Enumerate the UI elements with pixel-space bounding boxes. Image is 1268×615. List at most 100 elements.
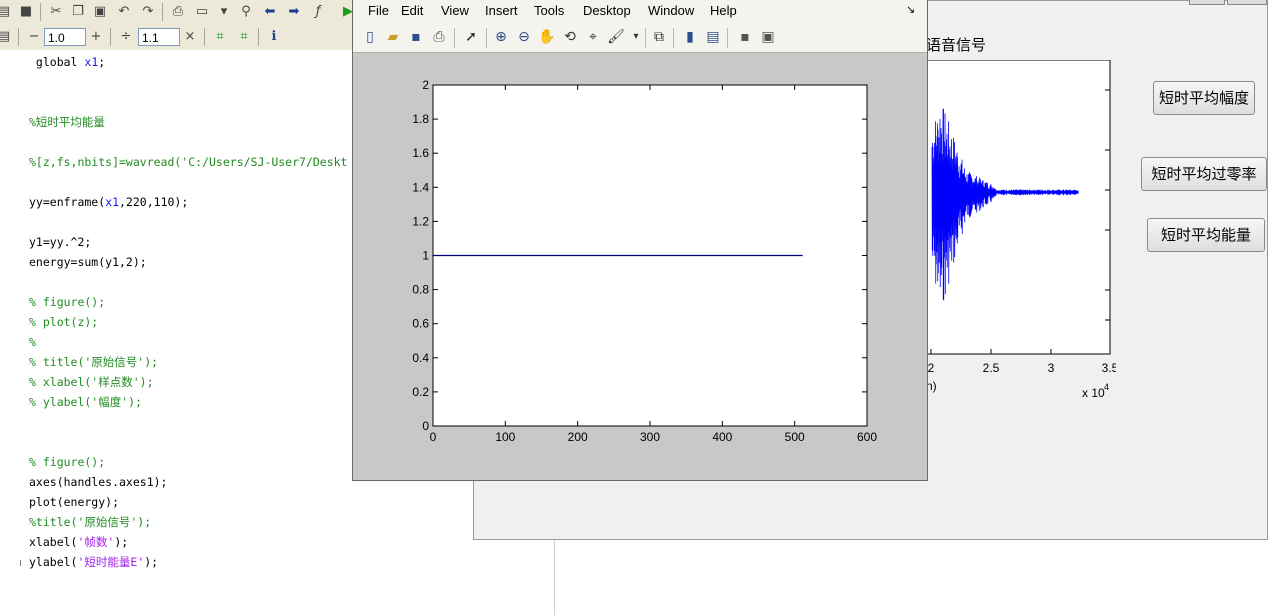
figure-menubar: File Edit View Insert Tools Desktop Window Help… <box>353 0 927 22</box>
new-figure-icon[interactable]: ▯ <box>361 28 379 46</box>
gui-minimize-button[interactable] <box>1189 0 1225 5</box>
edit-plot-arrow-icon[interactable]: ➚ <box>462 28 480 46</box>
zoom-out-icon[interactable]: ⊖ <box>515 28 533 46</box>
menu-window[interactable]: Window <box>648 3 694 18</box>
data-cursor-icon[interactable]: ⌖ <box>584 28 602 46</box>
menu-tools[interactable]: Tools <box>534 3 564 18</box>
show-plot-tools-icon[interactable]: ▣ <box>759 28 777 46</box>
code-token: plot(energy); <box>29 495 120 509</box>
toolbar-separator <box>486 28 487 48</box>
toolbar-separator <box>162 3 163 21</box>
function-icon[interactable]: ƒ <box>310 4 326 20</box>
code-token: energy=sum(y1,2); <box>29 255 147 269</box>
signal-x-tick-label: 2.5 <box>983 361 1000 375</box>
code-line: y1=yy.^2; <box>29 235 91 249</box>
open-folder-icon[interactable]: ▤ <box>0 4 12 20</box>
code-token: %title('原始信号'); <box>29 515 152 529</box>
y-tick-label: 1.4 <box>412 180 429 194</box>
panel-title: 语音信号 <box>926 36 987 54</box>
insert-cell-divider-icon[interactable]: ⌗ <box>212 29 228 45</box>
pan-hand-icon[interactable]: ✋ <box>538 28 556 46</box>
y-tick-label: 0.6 <box>412 317 429 331</box>
y-tick-label: 2 <box>422 78 429 92</box>
open-file-icon[interactable]: ▰ <box>384 28 402 46</box>
code-token: ylabel( <box>29 555 78 569</box>
code-line: axes(handles.axes1); <box>29 475 167 489</box>
main-plot-group: 0 100 200 300 400 500 600 0 0.2 0.4 0.6 0.8 1 1.2 1.4 1… <box>412 78 877 444</box>
save-figure-icon[interactable]: ▪ <box>407 28 425 46</box>
link-plot-icon[interactable]: ⧉ <box>650 28 668 46</box>
rotate-3d-icon[interactable]: ⟲ <box>561 28 579 46</box>
code-line: %title('原始信号'); <box>29 515 151 529</box>
multiply-button[interactable]: × <box>182 29 198 45</box>
code-line: % plot(z); <box>29 315 98 329</box>
toolbar-separator <box>18 28 19 46</box>
code-line: plot(energy); <box>29 495 119 509</box>
increment-button[interactable]: + <box>88 29 104 45</box>
brush-icon[interactable]: 🖌 <box>607 28 625 46</box>
figure-canvas: 0 100 200 300 400 500 600 0 0.2 0.4 0.6 0.8 1 1.2 1.4 1… <box>412 78 877 444</box>
code-token: %短时平均能量 <box>29 115 105 129</box>
forward-arrow-icon[interactable]: ➡ <box>286 4 302 20</box>
short-time-energy-button[interactable]: 短时平均能量 <box>1147 218 1265 252</box>
code-line: ylabel('短时能量E'); <box>29 555 158 569</box>
print-figure-icon[interactable]: ⎙ <box>430 28 448 46</box>
signal-axes: 2 2.5 3 3.5n) x 10 4 <box>926 60 1116 400</box>
short-time-amplitude-button[interactable]: 短时平均幅度 <box>1153 81 1255 115</box>
menu-view[interactable]: View <box>441 3 469 18</box>
colorbar-icon[interactable]: ▮ <box>681 28 699 46</box>
y-tick-label: 1.2 <box>412 214 429 228</box>
menu-desktop[interactable]: Desktop <box>583 3 631 18</box>
gui-close-button[interactable] <box>1227 0 1267 5</box>
y-tick-label: 1.6 <box>412 146 429 160</box>
code-token: % ylabel('幅度'); <box>29 395 143 409</box>
paste-icon[interactable]: ▣ <box>92 4 108 20</box>
toolbar-separator <box>673 28 674 48</box>
cell-mode-icon[interactable]: ▤ <box>0 29 12 45</box>
signal-x-tick-label: 3 <box>1048 361 1055 375</box>
x-tick-label: 300 <box>640 430 660 444</box>
x-tick-label: 0 <box>430 430 437 444</box>
toolbar-separator <box>454 28 455 48</box>
menu-edit[interactable]: Edit <box>401 3 423 18</box>
cut-icon[interactable]: ✂ <box>48 4 64 20</box>
code-line: xlabel('帧数'); <box>29 535 128 549</box>
find-icon[interactable]: ⚲ <box>238 4 254 20</box>
dropdown-arrow-icon[interactable]: ▾ <box>216 4 232 20</box>
divide-value-input[interactable]: 1.1 <box>138 28 180 46</box>
code-line: % figure(); <box>29 295 105 309</box>
print-icon[interactable]: ⎙ <box>170 4 186 20</box>
brush-dropdown-icon[interactable]: ▾ <box>627 28 645 46</box>
code-line: energy=sum(y1,2); <box>29 255 147 269</box>
code-line: %短时平均能量 <box>29 115 105 129</box>
menu-help[interactable]: Help <box>710 3 737 18</box>
divide-button[interactable]: ÷ <box>118 29 134 45</box>
toolbar-separator <box>645 28 646 48</box>
code-line: global x1; <box>29 55 105 69</box>
info-icon[interactable]: ℹ <box>266 29 282 45</box>
undo-icon[interactable]: ↶ <box>116 4 132 20</box>
cell-toolbar: ▤ − 1.0 + ÷ 1.1 × ⌗ ⌗ ℹ <box>0 24 360 51</box>
x-tick-label: 600 <box>857 430 877 444</box>
redo-icon[interactable]: ↷ <box>140 4 156 20</box>
fold-marker <box>20 560 21 566</box>
dock-arrow-icon[interactable]: ↘ <box>906 3 915 16</box>
copy-icon[interactable]: ❐ <box>70 4 86 20</box>
hide-plot-tools-icon[interactable]: ▪ <box>736 28 754 46</box>
decrement-button[interactable]: − <box>26 29 42 45</box>
y-tick-label: 0.2 <box>412 385 429 399</box>
menu-insert[interactable]: Insert <box>485 3 518 18</box>
save-icon[interactable]: ■ <box>18 4 34 20</box>
menu-file[interactable]: File <box>368 3 389 18</box>
zoom-in-icon[interactable]: ⊕ <box>492 28 510 46</box>
short-time-zero-crossing-button[interactable]: 短时平均过零率 <box>1141 157 1267 191</box>
code-token: axes(handles.axes1); <box>29 475 168 489</box>
remove-cell-divider-icon[interactable]: ⌗ <box>236 29 252 45</box>
publish-icon[interactable]: ▭ <box>194 4 210 20</box>
legend-icon[interactable]: ▤ <box>704 28 722 46</box>
code-token: '短时能量E' <box>77 555 145 569</box>
signal-x-tick-label: 2 <box>928 361 935 375</box>
code-token: % figure(); <box>29 455 106 469</box>
back-arrow-icon[interactable]: ⬅ <box>262 4 278 20</box>
decrement-value-input[interactable]: 1.0 <box>44 28 86 46</box>
